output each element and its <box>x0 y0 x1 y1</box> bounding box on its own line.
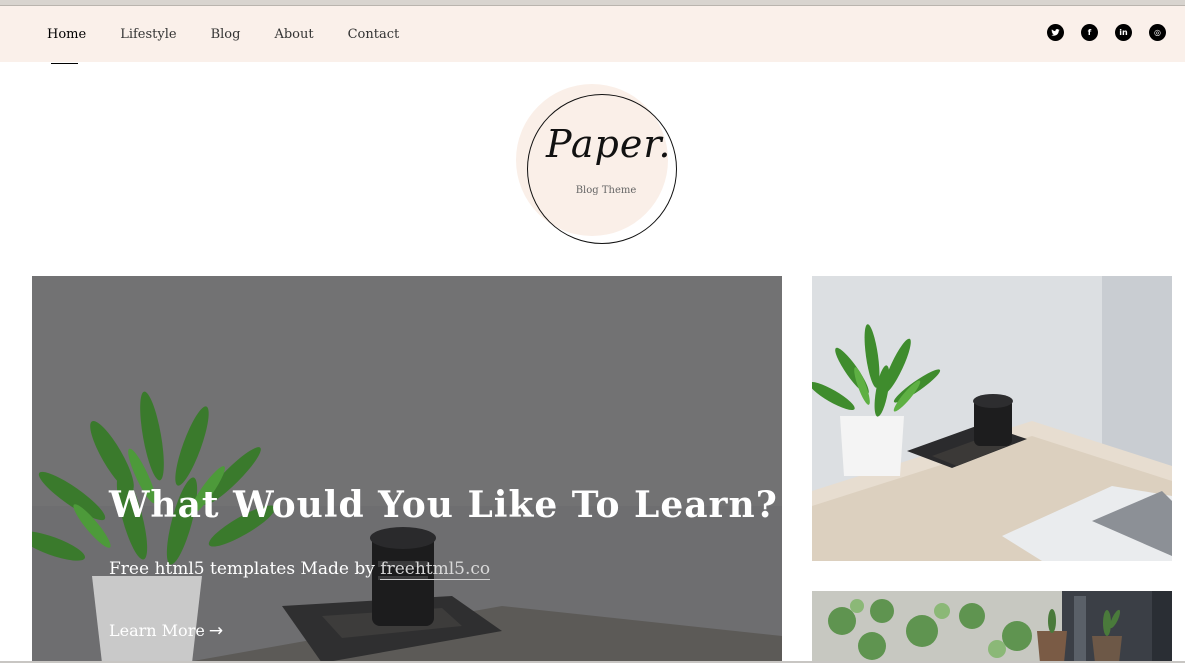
arrow-right-icon: → <box>208 621 224 641</box>
learn-more-label: Learn More <box>109 621 205 640</box>
logo-ring <box>527 94 677 244</box>
site-logo[interactable]: Paper. Blog Theme <box>516 84 680 248</box>
social-links: f in ◎ <box>1047 24 1166 41</box>
logo-title: Paper. <box>546 122 672 166</box>
hero-subtitle: Free html5 templates Made by freehtml5.c… <box>109 559 491 580</box>
dribbble-icon[interactable]: ◎ <box>1149 24 1166 41</box>
freehtml5-link[interactable]: freehtml5.co <box>380 559 491 580</box>
twitter-icon[interactable] <box>1047 24 1064 41</box>
active-nav-underline <box>51 63 78 64</box>
nav-item-blog[interactable]: Blog <box>211 27 241 42</box>
side-post-image-1-art <box>812 276 1172 561</box>
hero-subtitle-text: Free html5 templates Made by <box>109 559 381 579</box>
nav-item-home[interactable]: Home <box>47 27 86 42</box>
nav-item-lifestyle[interactable]: Lifestyle <box>120 27 176 42</box>
side-post-image-1[interactable] <box>812 276 1172 561</box>
hero-background-image <box>32 276 782 663</box>
side-post-image-2[interactable] <box>812 591 1172 663</box>
hero-banner: What Would You Like To Learn? Free html5… <box>32 276 782 663</box>
side-post-image-2-art <box>812 591 1172 663</box>
nav-item-contact[interactable]: Contact <box>348 27 400 42</box>
nav-menu: Home Lifestyle Blog About Contact <box>47 6 433 62</box>
top-navbar: Home Lifestyle Blog About Contact f in ◎ <box>0 6 1185 62</box>
linkedin-icon[interactable]: in <box>1115 24 1132 41</box>
facebook-icon[interactable]: f <box>1081 24 1098 41</box>
hero-title: What Would You Like To Learn? <box>109 484 778 526</box>
learn-more-button[interactable]: Learn More → <box>109 621 223 641</box>
nav-item-about[interactable]: About <box>274 27 313 42</box>
logo-subtitle: Blog Theme <box>575 185 637 196</box>
